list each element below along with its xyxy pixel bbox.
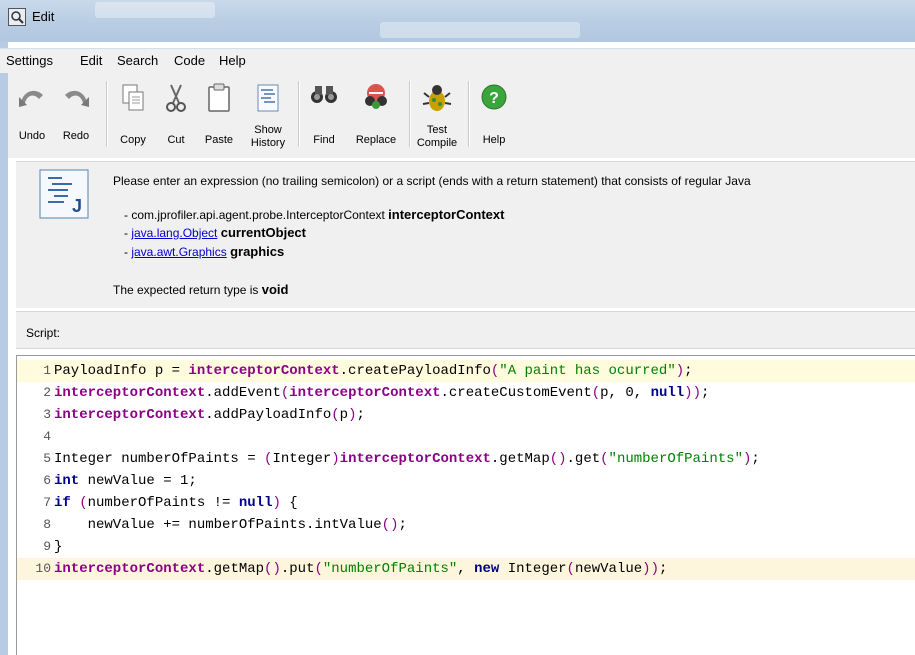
code-editor[interactable]: 1 PayloadInfo p = interceptorContext.crea…	[16, 355, 915, 655]
script-label-bar: Script:	[16, 311, 915, 349]
replace-label: Replace	[355, 134, 397, 146]
paste-button[interactable]: Paste	[198, 73, 240, 157]
script-label: Script:	[26, 326, 61, 340]
line-number: 3	[43, 407, 51, 422]
help-button[interactable]: ? Help	[474, 73, 514, 157]
menu-code[interactable]: Code	[174, 53, 205, 68]
description-intro: Please enter an expression (no trailing …	[113, 174, 751, 188]
line-number: 9	[43, 539, 51, 554]
code-text: int newValue = 1;	[54, 473, 197, 489]
param-name: graphics	[230, 244, 285, 259]
bug-icon	[422, 85, 452, 111]
code-text: }	[54, 539, 63, 555]
code-text: interceptorContext.getMap().put("numberO…	[54, 561, 668, 577]
window-title: Edit	[32, 9, 55, 24]
show-history-label-2: History	[250, 137, 286, 149]
menu-settings[interactable]: Settings	[6, 53, 53, 68]
param-type-link[interactable]: java.awt.Graphics	[131, 245, 226, 259]
code-text: if (numberOfPaints != null) {	[54, 495, 298, 511]
return-type-prefix: The expected return type is	[113, 283, 262, 297]
param-name: interceptorContext	[388, 207, 505, 222]
scissors-icon	[166, 84, 186, 112]
cut-button[interactable]: Cut	[156, 73, 196, 157]
return-type: void	[261, 282, 289, 297]
toolbar-separator	[106, 81, 108, 147]
copy-button[interactable]: Copy	[112, 73, 154, 157]
code-line[interactable]: 2 interceptorContext.addEvent(interceptor…	[17, 382, 915, 404]
return-type-line: The expected return type is void	[113, 282, 288, 297]
svg-text:?: ?	[489, 90, 499, 107]
param-name: currentObject	[220, 225, 306, 240]
menu-search[interactable]: Search	[117, 53, 158, 68]
line-number: 1	[43, 363, 51, 378]
cut-label: Cut	[167, 134, 185, 146]
replace-icon	[365, 84, 387, 109]
description-panel: J Please enter an expression (no trailin…	[16, 161, 915, 308]
app-icon	[8, 8, 26, 26]
toolbar: Undo Redo Copy Cut Paste Show History Fi…	[8, 73, 915, 158]
line-number: 2	[43, 385, 51, 400]
svg-text:J: J	[72, 196, 82, 216]
redo-label: Redo	[62, 130, 90, 142]
undo-button[interactable]: Undo	[12, 73, 52, 157]
code-text: PayloadInfo p = interceptorContext.creat…	[54, 363, 693, 379]
line-number: 10	[35, 561, 51, 576]
line-number: 4	[43, 429, 51, 444]
redo-icon	[65, 90, 89, 107]
code-line[interactable]: 10 interceptorContext.getMap().put("numbe…	[17, 558, 915, 580]
menu-edit[interactable]: Edit	[80, 53, 102, 68]
test-compile-button[interactable]: Test Compile	[413, 73, 461, 157]
history-icon	[257, 84, 279, 112]
code-line[interactable]: 3 interceptorContext.addPayloadInfo(p);	[17, 404, 915, 426]
code-text: Integer numberOfPaints = (Integer)interc…	[54, 451, 760, 467]
code-line[interactable]: 5 Integer numberOfPaints = (Integer)inter…	[17, 448, 915, 470]
help-label: Help	[482, 134, 506, 146]
param-interceptor-context: - com.jprofiler.api.agent.probe.Intercep…	[124, 207, 504, 222]
undo-label: Undo	[18, 130, 46, 142]
param-type-link[interactable]: java.lang.Object	[131, 226, 217, 240]
code-line[interactable]: 6 int newValue = 1;	[17, 470, 915, 492]
line-number: 8	[43, 517, 51, 532]
script-document-icon: J	[39, 169, 89, 219]
line-number: 5	[43, 451, 51, 466]
help-icon: ?	[481, 84, 507, 110]
param-current-object: - java.lang.Object currentObject	[124, 225, 306, 240]
code-text: newValue += numberOfPaints.intValue();	[54, 517, 407, 533]
find-button[interactable]: Find	[304, 73, 344, 157]
copy-icon	[122, 84, 144, 111]
line-number: 7	[43, 495, 51, 510]
title-blur	[95, 2, 215, 18]
clipboard-icon	[208, 83, 230, 112]
code-line[interactable]: 1 PayloadInfo p = interceptorContext.crea…	[17, 360, 915, 382]
test-compile-label-2: Compile	[416, 137, 458, 149]
menu-help[interactable]: Help	[219, 53, 246, 68]
test-compile-label-1: Test	[426, 124, 448, 136]
title-bar[interactable]: Edit	[0, 0, 915, 42]
show-history-label-1: Show	[254, 124, 282, 136]
undo-icon	[19, 90, 43, 107]
find-label: Find	[313, 134, 335, 146]
toolbar-separator	[298, 81, 300, 147]
toolbar-separator	[468, 81, 470, 147]
show-history-button[interactable]: Show History	[244, 73, 292, 157]
redo-button[interactable]: Redo	[56, 73, 96, 157]
code-line[interactable]: 7 if (numberOfPaints != null) {	[17, 492, 915, 514]
edit-window: Edit Settings Edit Search Code Help Undo…	[0, 0, 915, 655]
window-frame	[0, 42, 8, 655]
binoculars-icon	[311, 86, 337, 103]
menu-bar: Settings Edit Search Code Help	[0, 48, 915, 73]
code-line[interactable]: 8 newValue += numberOfPaints.intValue();	[17, 514, 915, 536]
title-blur	[380, 22, 580, 38]
code-line[interactable]: 4	[17, 426, 915, 448]
code-text: interceptorContext.addPayloadInfo(p);	[54, 407, 365, 423]
code-line[interactable]: 9}	[17, 536, 915, 558]
code-text: interceptorContext.addEvent(interceptorC…	[54, 385, 710, 401]
line-number: 6	[43, 473, 51, 488]
toolbar-separator	[409, 81, 411, 147]
copy-label: Copy	[120, 134, 146, 146]
param-graphics: - java.awt.Graphics graphics	[124, 244, 284, 259]
paste-label: Paste	[204, 134, 234, 146]
param-type: com.jprofiler.api.agent.probe.Intercepto…	[131, 208, 385, 222]
replace-button[interactable]: Replace	[348, 73, 404, 157]
